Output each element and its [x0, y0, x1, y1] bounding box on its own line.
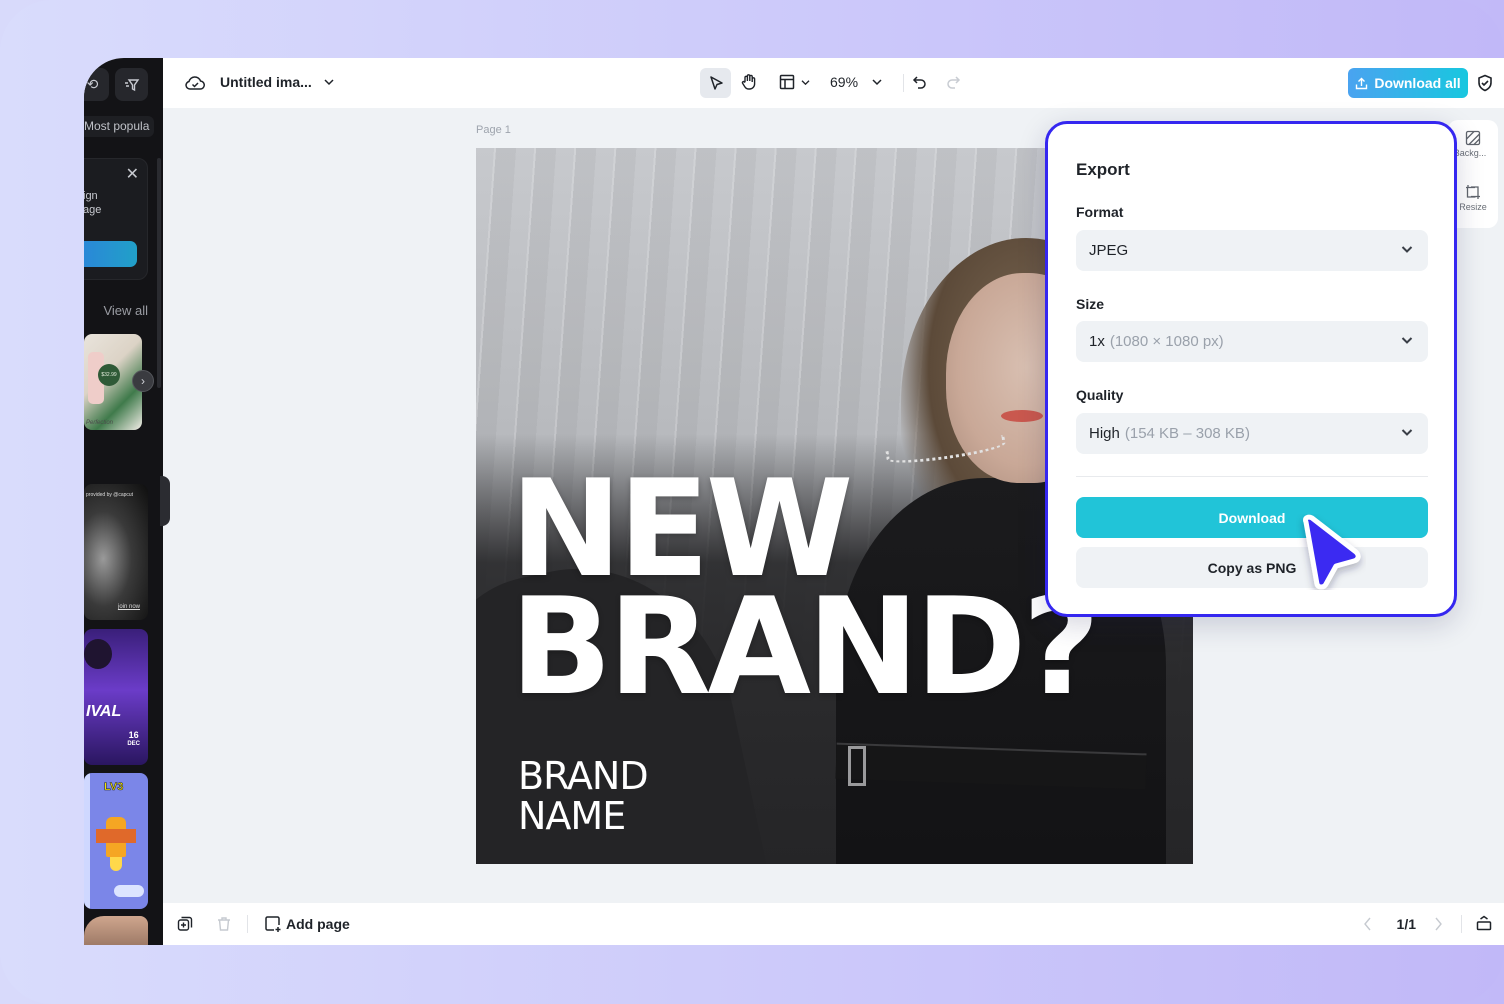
- template-thumbnail[interactable]: provided by @capcut join now: [84, 484, 148, 620]
- template-thumbnail[interactable]: [84, 916, 148, 945]
- quality-select[interactable]: High (154 KB – 308 KB): [1076, 413, 1428, 454]
- document-title-dropdown[interactable]: Untitled ima...: [220, 74, 334, 90]
- security-button[interactable]: [1476, 74, 1494, 92]
- next-page-button[interactable]: [1434, 917, 1442, 931]
- promo-text: age: [84, 204, 102, 216]
- previous-page-button[interactable]: [1364, 917, 1372, 931]
- promo-button[interactable]: [84, 241, 137, 267]
- chevron-down-icon: [324, 79, 334, 86]
- trash-icon: [218, 917, 230, 931]
- sidebar-tool-button[interactable]: ⟲: [84, 68, 109, 101]
- chevron-left-icon: [1364, 917, 1371, 931]
- size-select[interactable]: 1x (1080 × 1080 px): [1076, 321, 1428, 362]
- promo-text: ign: [84, 190, 98, 202]
- add-page-button[interactable]: Add page: [264, 915, 350, 933]
- background-icon: [1465, 130, 1481, 146]
- size-detail: (1080 × 1080 px): [1109, 333, 1224, 350]
- thumbnail-badge: LV3: [104, 781, 124, 794]
- pages-panel-toggle[interactable]: [1476, 915, 1492, 931]
- cloud-save-status[interactable]: [185, 74, 205, 92]
- redo-icon: [947, 76, 961, 89]
- mouse-cursor-icon: [1303, 514, 1361, 590]
- page-indicator: 1/1: [1396, 916, 1416, 932]
- add-page-label: Add page: [286, 916, 350, 932]
- chevron-down-icon: [801, 79, 810, 85]
- refresh-icon: ⟲: [86, 76, 99, 92]
- format-label: Format: [1076, 204, 1124, 220]
- chevron-right-icon: ›: [141, 374, 145, 388]
- bottom-toolbar: Add page 1/1: [163, 903, 1504, 945]
- zoom-dropdown[interactable]: 69%: [830, 74, 882, 90]
- chevron-down-icon: [1401, 246, 1413, 253]
- thumbnail-credit: provided by @capcut: [86, 492, 134, 498]
- thumbnail-date: 16: [128, 730, 139, 740]
- copy-as-png-button[interactable]: Copy as PNG: [1076, 547, 1428, 588]
- hand-tool-button[interactable]: [740, 73, 758, 91]
- format-select[interactable]: JPEG: [1076, 230, 1428, 271]
- thumbnail-link: join now: [117, 604, 140, 610]
- thumbnail-caption: Perfection: [86, 420, 114, 426]
- delete-page-button[interactable]: [216, 916, 232, 932]
- export-popup: Export Format JPEG Size 1x (1080 × 1080 …: [1045, 121, 1457, 617]
- template-thumbnail[interactable]: LV3: [84, 773, 148, 909]
- cloud-check-icon: [185, 76, 205, 90]
- top-toolbar: Untitled ima... 69% Download all: [163, 58, 1504, 108]
- duplicate-page-button[interactable]: [177, 916, 193, 932]
- zoom-level: 69%: [830, 74, 859, 90]
- sidebar-scrollbar[interactable]: [157, 158, 161, 388]
- download-all-label: Download all: [1374, 75, 1461, 91]
- template-sidebar: ⟲ Most popula ✕ ign age View all $32.99 …: [84, 58, 163, 945]
- thumbnail-title: IVAL: [86, 703, 122, 720]
- upload-icon: [1356, 77, 1368, 89]
- carousel-next-button[interactable]: ›: [132, 370, 154, 392]
- format-value: JPEG: [1089, 242, 1129, 259]
- sort-dropdown[interactable]: Most popula: [84, 116, 154, 137]
- quality-value: High: [1089, 425, 1120, 442]
- close-icon[interactable]: ✕: [126, 167, 139, 183]
- undo-icon: [912, 76, 926, 89]
- chevron-right-icon: [1435, 917, 1442, 931]
- toolbar-divider: [903, 74, 904, 92]
- shield-check-icon: [1478, 74, 1492, 92]
- headline-text[interactable]: NEW BRAND?: [510, 462, 1100, 714]
- quality-label: Quality: [1076, 387, 1124, 403]
- export-title: Export: [1076, 160, 1130, 179]
- resize-icon: [1466, 185, 1480, 199]
- filter-button[interactable]: [115, 68, 148, 101]
- brand-name-text[interactable]: BRAND NAME: [518, 756, 649, 836]
- add-page-icon: [265, 916, 281, 932]
- layout-icon: [779, 74, 795, 90]
- collapse-sidebar-handle[interactable]: [160, 476, 170, 526]
- pointer-icon: [709, 76, 723, 90]
- filter-icon: [124, 78, 139, 91]
- chevron-down-icon: [1401, 337, 1413, 344]
- thumbnail-month: DEC: [127, 741, 140, 747]
- download-button[interactable]: Download: [1076, 497, 1428, 538]
- page-label: Page 1: [476, 124, 511, 136]
- undo-button[interactable]: [912, 75, 928, 91]
- view-all-link[interactable]: View all: [103, 303, 148, 318]
- promo-card: ✕ ign age: [84, 158, 148, 280]
- expand-panel-icon: [1476, 915, 1492, 931]
- quality-detail: (154 KB – 308 KB): [1124, 425, 1250, 442]
- chevron-down-icon: [872, 79, 882, 86]
- hand-icon: [741, 74, 756, 90]
- document-title: Untitled ima...: [220, 74, 312, 90]
- layout-dropdown[interactable]: [779, 74, 810, 90]
- download-all-button[interactable]: Download all: [1348, 68, 1468, 98]
- export-divider: [1076, 476, 1428, 477]
- duplicate-icon: [177, 916, 193, 931]
- select-tool-button[interactable]: [700, 68, 731, 98]
- template-thumbnail[interactable]: IVAL 16 DEC: [84, 629, 148, 765]
- background-frame: ⟲ Most popula ✕ ign age View all $32.99 …: [0, 0, 1504, 1004]
- size-label: Size: [1076, 296, 1105, 312]
- redo-button[interactable]: [945, 75, 961, 91]
- thumbnail-price: $32.99: [98, 364, 120, 386]
- size-value: 1x: [1089, 333, 1105, 350]
- chevron-down-icon: [1401, 429, 1413, 436]
